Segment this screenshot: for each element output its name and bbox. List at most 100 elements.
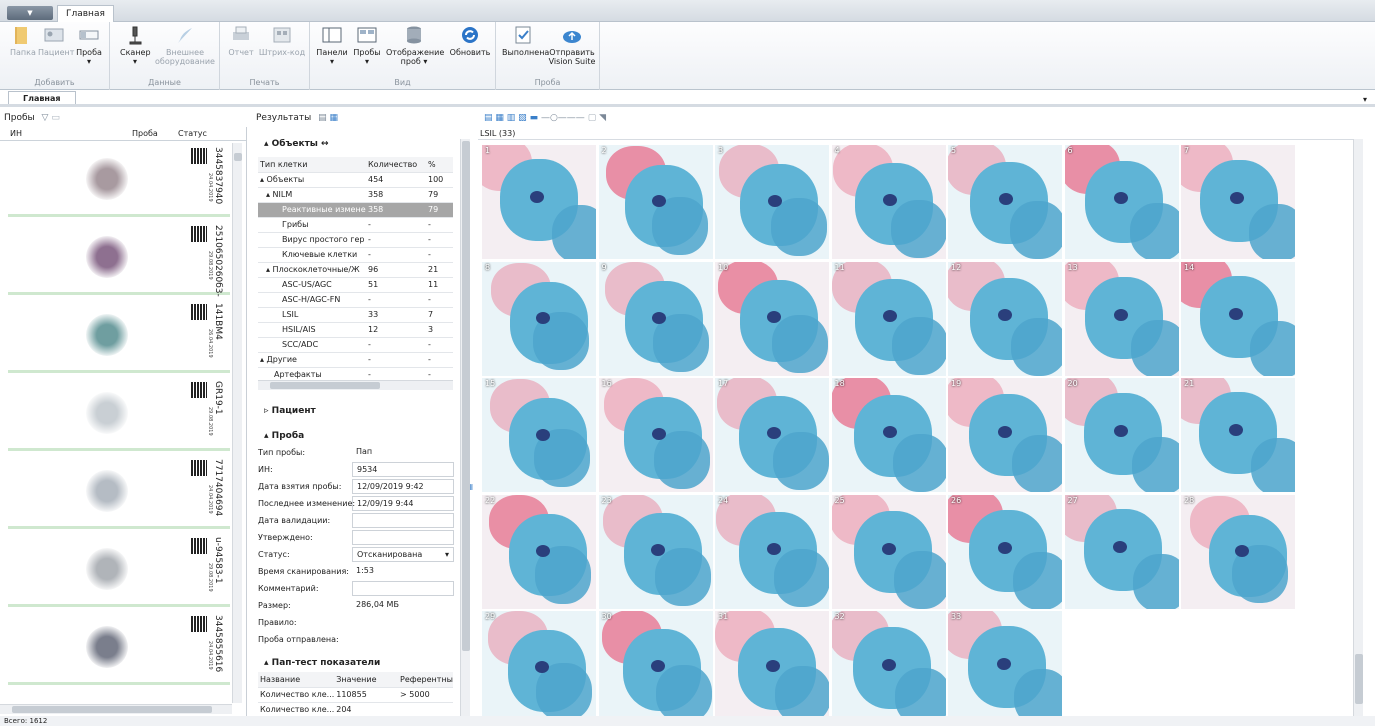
report-view-icon[interactable]: ▤: [318, 113, 327, 123]
cell-type-row[interactable]: ▴ Плоскоклеточные/Ж 96 21: [258, 262, 453, 278]
cell-image-tile[interactable]: 33: [948, 611, 1062, 725]
samples-hscrollbar[interactable]: [0, 704, 232, 714]
sample-field-value[interactable]: [352, 581, 454, 596]
cell-image-tile[interactable]: 19: [948, 378, 1062, 492]
cell-image-tile[interactable]: 30: [598, 611, 713, 725]
col-percent[interactable]: %: [426, 157, 453, 173]
view-grid-icon[interactable]: ▦: [495, 113, 504, 123]
cell-image-tile[interactable]: 7: [1181, 145, 1295, 259]
done-button[interactable]: Выполнена: [502, 24, 549, 57]
sample-field-value[interactable]: 12/09/2019 9:42▦: [352, 479, 473, 494]
col-cell-type[interactable]: Тип клетки: [258, 157, 366, 173]
grid-view-icon[interactable]: ▦: [330, 113, 339, 123]
cell-image-tile[interactable]: 17: [715, 378, 829, 492]
cell-image-tile[interactable]: 12: [948, 261, 1062, 376]
cell-image-tile[interactable]: 8: [482, 261, 596, 376]
sample-list-item[interactable]: 141ВМ4 26.04.2019: [8, 299, 230, 373]
sample-list-item[interactable]: 3445837940 24.04.2019: [8, 143, 230, 217]
zoom-slider[interactable]: —○———: [541, 113, 585, 123]
external-equipment-button[interactable]: Внешнее оборудование: [154, 24, 216, 66]
cell-image-tile[interactable]: 4: [831, 145, 946, 259]
panel-options-icon[interactable]: ▭: [51, 113, 60, 123]
patient-button[interactable]: Пациент: [38, 24, 74, 57]
scanner-button[interactable]: Сканер ▾: [120, 24, 151, 66]
samples-view-button[interactable]: Пробы ▾: [352, 24, 382, 66]
col-count[interactable]: Количество: [366, 157, 426, 173]
flag-icon[interactable]: ◥: [599, 113, 606, 123]
cell-image-tile[interactable]: 3: [715, 145, 829, 259]
cell-image-tile[interactable]: 23: [598, 494, 713, 609]
cell-image-tile[interactable]: 31: [715, 611, 829, 725]
sample-list-item[interactable]: 3445855616 24.04.2019: [8, 611, 230, 685]
sample-field-value[interactable]: [352, 513, 454, 528]
cell-image-tile[interactable]: 10: [715, 261, 829, 376]
sample-field-value[interactable]: Отсканирована ▾: [352, 547, 454, 562]
cell-type-row[interactable]: ▴ Другие - -: [258, 352, 453, 368]
cell-image-tile[interactable]: 15: [482, 378, 596, 492]
cell-image-tile[interactable]: 26: [948, 494, 1062, 609]
cell-image-tile[interactable]: 14: [1181, 261, 1295, 376]
cell-image-tile[interactable]: 13: [1064, 261, 1179, 376]
cell-image-tile[interactable]: 22: [482, 494, 596, 609]
cell-image-tile[interactable]: 20: [1064, 378, 1179, 492]
cell-table-hscrollbar[interactable]: [258, 380, 453, 390]
cell-image-tile[interactable]: 32: [831, 611, 946, 725]
cell-image-tile[interactable]: 18: [831, 378, 946, 492]
fit-icon[interactable]: ▢: [588, 113, 597, 123]
sample-list-item[interactable]: GR19-1 29.08.2019: [8, 377, 230, 451]
refresh-button[interactable]: Обновить: [448, 24, 492, 57]
pap-section-header[interactable]: ▴ Пап-тест показатели: [264, 658, 380, 668]
sample-field-value[interactable]: [352, 530, 454, 545]
cell-type-row[interactable]: HSIL/AIS 12 3: [258, 322, 453, 338]
cell-image-tile[interactable]: 5: [948, 145, 1062, 259]
view-gallery-icon[interactable]: ▧: [518, 113, 527, 123]
tab-dropdown-icon[interactable]: ▾: [1363, 95, 1367, 104]
cell-type-row[interactable]: Реактивные измене 358 79: [258, 202, 453, 218]
document-tab-main[interactable]: Главная: [8, 91, 76, 105]
app-menu-button[interactable]: ▼: [7, 6, 53, 20]
cell-type-row[interactable]: Грибы - -: [258, 217, 453, 233]
samples-vscrollbar[interactable]: [232, 143, 242, 703]
report-button[interactable]: Отчет: [228, 24, 254, 57]
sample-section-header[interactable]: ▴ Проба: [264, 431, 304, 441]
cell-type-row[interactable]: LSIL 33 7: [258, 307, 453, 323]
sample-list-item[interactable]: 7717404694 24.04.2019: [8, 455, 230, 529]
sample-field-value[interactable]: 12/09/19 9:44: [352, 496, 454, 511]
sample-list-item[interactable]: 2510650260б3- 29.08.2019: [8, 221, 230, 297]
cell-image-tile[interactable]: 16: [598, 378, 713, 492]
sample-field-value[interactable]: 9534: [352, 462, 454, 477]
gallery-vscrollbar[interactable]: [1353, 139, 1363, 717]
cell-image-tile[interactable]: 29: [482, 611, 596, 725]
cell-image-tile[interactable]: 28: [1181, 494, 1295, 609]
status-dropdown-icon[interactable]: ▾: [445, 548, 449, 561]
cell-image-tile[interactable]: 1: [482, 145, 596, 259]
filter-icon[interactable]: ▽: [42, 113, 49, 123]
cell-type-row[interactable]: ▴ Объекты 454 100: [258, 172, 453, 188]
cell-type-row[interactable]: Вирус простого гер - -: [258, 232, 453, 248]
sample-button[interactable]: Проба ▾: [74, 24, 104, 66]
patient-section-header[interactable]: ▹ Пациент: [264, 406, 316, 416]
cell-image-tile[interactable]: 6: [1064, 145, 1179, 259]
objects-section-header[interactable]: ▴ Объекты ↔: [264, 139, 329, 149]
cell-type-row[interactable]: ASC-US/AGC 51 11: [258, 277, 453, 293]
cell-image-tile[interactable]: 9: [598, 261, 713, 376]
view-tiles-icon[interactable]: ▥: [507, 113, 516, 123]
tab-main[interactable]: Главная: [57, 5, 114, 22]
cell-type-row[interactable]: ▴ NILM 358 79: [258, 187, 453, 203]
pap-row[interactable]: Количество кле... 110855 > 5000: [258, 687, 453, 703]
folder-button[interactable]: Папка: [10, 24, 36, 57]
cell-image-tile[interactable]: 11: [831, 261, 946, 376]
results-vscrollbar[interactable]: [460, 139, 470, 717]
view-single-icon[interactable]: ▬: [530, 113, 539, 123]
send-vision-suite-button[interactable]: Отправить Vision Suite: [548, 24, 596, 66]
panels-button[interactable]: Панели ▾: [316, 24, 348, 66]
cell-image-tile[interactable]: 21: [1181, 378, 1295, 492]
barcode-button[interactable]: Штрих-код: [258, 24, 306, 57]
cell-type-row[interactable]: SCC/ADC - -: [258, 337, 453, 353]
pap-row[interactable]: Количество кле... 204: [258, 702, 453, 718]
cell-image-tile[interactable]: 27: [1064, 494, 1179, 609]
cell-image-tile[interactable]: 24: [715, 494, 829, 609]
cell-type-row[interactable]: Ключевые клетки - -: [258, 247, 453, 263]
view-list-icon[interactable]: ▤: [484, 113, 493, 123]
cell-image-tile[interactable]: 25: [831, 494, 946, 609]
